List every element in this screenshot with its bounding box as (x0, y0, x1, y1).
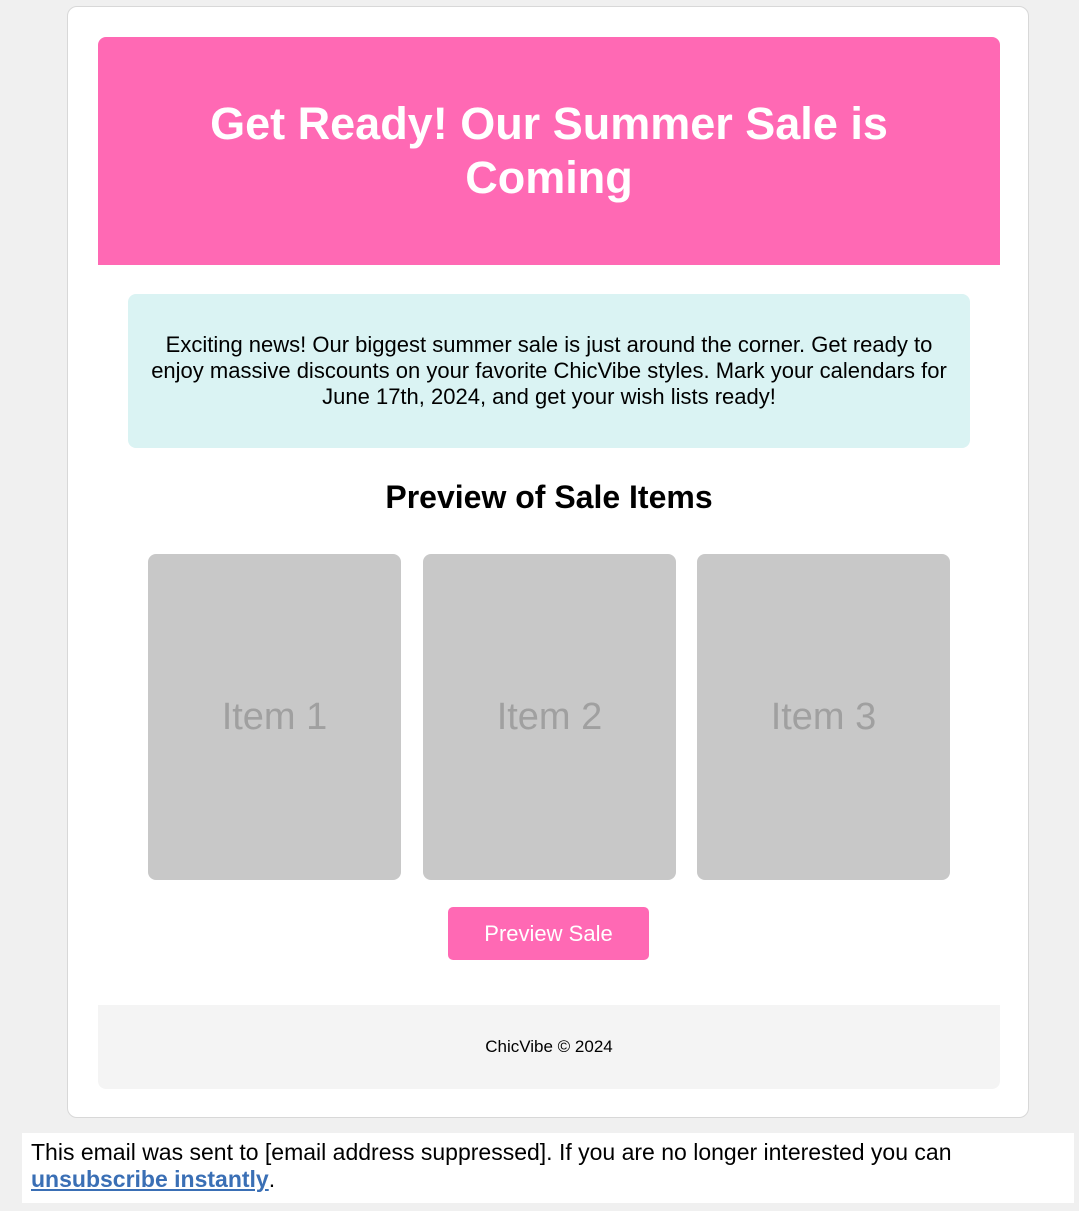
section-title: Preview of Sale Items (385, 479, 713, 515)
preview-sale-button[interactable]: Preview Sale (448, 907, 649, 960)
hero-title: Get Ready! Our Summer Sale is Coming (210, 98, 888, 203)
intro-box: Exciting news! Our biggest summer sale i… (128, 294, 970, 448)
unsubscribe-link[interactable]: unsubscribe instantly (31, 1166, 269, 1192)
items-grid: Item 1 Item 2 Item 3 (148, 554, 950, 880)
footer-copyright: ChicVibe © 2024 (485, 1037, 613, 1056)
item-1-card[interactable]: Item 1 (148, 554, 401, 880)
email-card: Get Ready! Our Summer Sale is Coming Exc… (67, 6, 1029, 1118)
unsubscribe-notice: This email was sent to [email address su… (22, 1133, 1074, 1203)
item-3-card[interactable]: Item 3 (697, 554, 950, 880)
unsubscribe-period: . (268, 1166, 276, 1192)
unsubscribe-text: This email was sent to [email address su… (31, 1139, 952, 1165)
hero-banner: Get Ready! Our Summer Sale is Coming (98, 37, 1000, 265)
footer: ChicVibe © 2024 (98, 1005, 1000, 1089)
item-2-card[interactable]: Item 2 (423, 554, 676, 880)
intro-text: Exciting news! Our biggest summer sale i… (151, 332, 947, 409)
